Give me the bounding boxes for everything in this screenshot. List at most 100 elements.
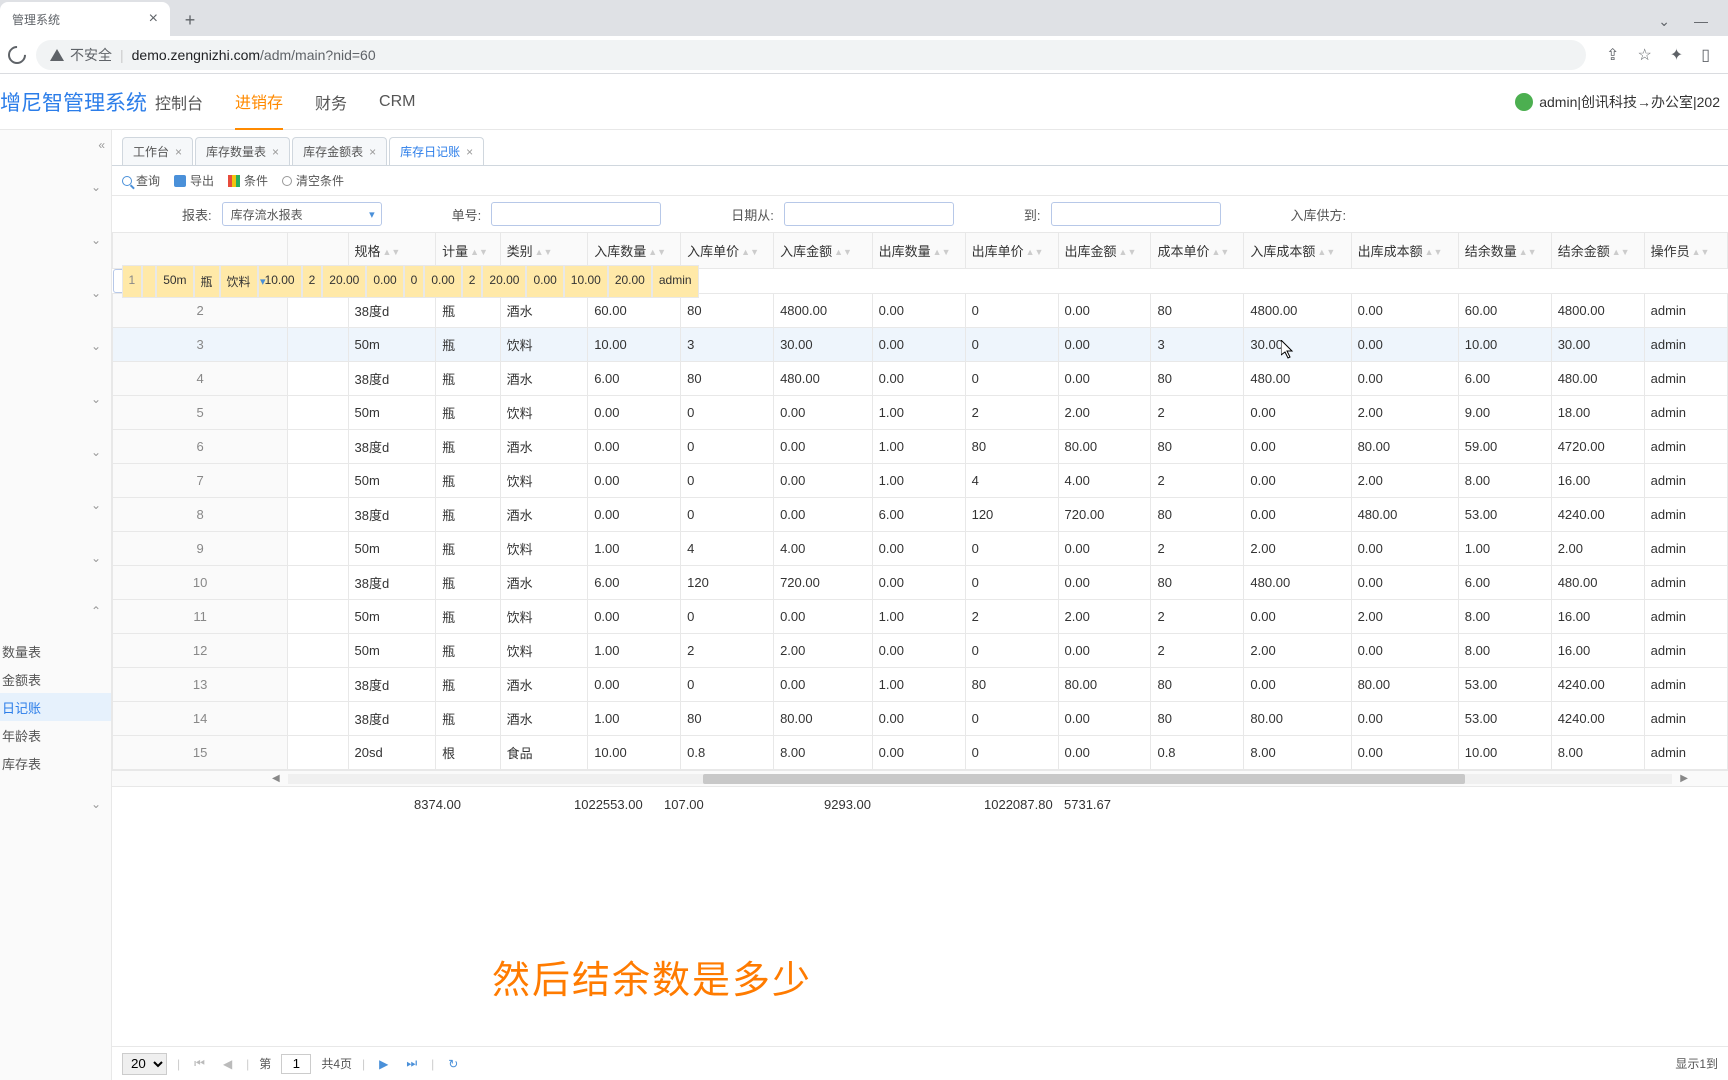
table-row[interactable]: 1038度d瓶酒水6.00120720.000.0000.0080480.000…	[113, 566, 1728, 600]
column-header[interactable]: 出库成本额▲▼	[1351, 233, 1458, 269]
close-icon[interactable]: ×	[149, 10, 158, 28]
sidebar-group[interactable]: ⌄	[0, 531, 111, 584]
content-tab[interactable]: 工作台×	[122, 137, 193, 165]
cell: 0.00	[1244, 600, 1351, 634]
content-tab[interactable]: 库存金额表×	[292, 137, 387, 165]
content-tab[interactable]: 库存日记账×	[389, 137, 484, 165]
column-header[interactable]: 规格▲▼	[348, 233, 436, 269]
column-header[interactable]: 入库成本额▲▼	[1244, 233, 1351, 269]
prev-page-button[interactable]: ◀	[219, 1057, 236, 1071]
extensions-icon[interactable]: ✦	[1670, 45, 1683, 65]
table-row[interactable]: 550m瓶饮料0.0000.001.0022.0020.002.009.0018…	[113, 396, 1728, 430]
sidebar-group[interactable]: ⌄	[0, 777, 111, 830]
close-icon[interactable]: ×	[272, 145, 279, 159]
table-row[interactable]: 1250m瓶饮料1.0022.000.0000.0022.000.008.001…	[113, 634, 1728, 668]
sidebar-group[interactable]: ⌄	[0, 266, 111, 319]
nav-crm[interactable]: CRM	[379, 74, 415, 130]
page-input[interactable]	[281, 1054, 311, 1074]
column-header[interactable]: 入库单价▲▼	[681, 233, 774, 269]
close-icon[interactable]: ×	[466, 145, 473, 159]
cell: 80.00	[1351, 668, 1458, 702]
sidebar-group-open[interactable]: ⌃	[0, 584, 111, 637]
chevron-down-icon: ⌄	[91, 392, 101, 406]
scrollbar-thumb[interactable]	[703, 774, 1465, 784]
sidebar-group[interactable]: ⌄	[0, 478, 111, 531]
table-row[interactable]: 438度d瓶酒水6.0080480.000.0000.0080480.000.0…	[113, 362, 1728, 396]
collapse-icon[interactable]: «	[98, 138, 105, 152]
query-button[interactable]: 查询	[122, 172, 160, 189]
sidebar-group[interactable]: ⌄	[0, 372, 111, 425]
first-page-button[interactable]: ⏮	[190, 1056, 209, 1071]
clear-condition-button[interactable]: 清空条件	[282, 172, 344, 189]
date-from-input[interactable]	[784, 202, 954, 226]
bill-input[interactable]	[491, 202, 661, 226]
table-row[interactable]: 238度d瓶酒水60.00804800.000.0000.00804800.00…	[113, 294, 1728, 328]
cell: 38度d	[348, 566, 436, 600]
table-row[interactable]: 950m瓶饮料1.0044.000.0000.0022.000.001.002.…	[113, 532, 1728, 566]
cell: 1.00	[872, 600, 965, 634]
total-in-amt: 1022553.00	[568, 797, 658, 812]
page-size-select[interactable]: 20	[122, 1053, 167, 1075]
table-row[interactable]: 1338度d瓶酒水0.0000.001.008080.00800.0080.00…	[113, 668, 1728, 702]
close-icon[interactable]: ×	[175, 145, 182, 159]
sidebar-leaf[interactable]: 库存表	[0, 749, 111, 777]
next-page-button[interactable]: ▶	[375, 1057, 392, 1071]
address-field[interactable]: 不安全 | demo.zengnizhi.com/adm/main?nid=60	[36, 40, 1586, 70]
sidebar-group[interactable]: ⌄	[0, 319, 111, 372]
sidebar-group[interactable]: ⌄	[0, 160, 111, 213]
table-row[interactable]: 1150m瓶饮料0.0000.001.0022.0020.002.008.001…	[113, 600, 1728, 634]
column-header[interactable]: 类别▲▼	[500, 233, 588, 269]
horizontal-scrollbar[interactable]: ◀ ▶	[112, 770, 1728, 786]
sidebar-group[interactable]: ⌄	[0, 213, 111, 266]
nav-console[interactable]: 控制台	[155, 74, 203, 130]
table-row[interactable]: 150m瓶饮料10.00220.000.0000.00220.000.0010.…	[113, 269, 273, 293]
nav-finance[interactable]: 财务	[315, 74, 347, 130]
star-icon[interactable]: ☆	[1637, 45, 1651, 65]
nav-inventory[interactable]: 进销存	[235, 74, 283, 130]
sidebar-leaf[interactable]: 日记账	[0, 693, 111, 721]
share-icon[interactable]: ⇪	[1606, 45, 1619, 65]
date-to-input[interactable]	[1051, 202, 1221, 226]
column-header[interactable]: 计量▲▼	[436, 233, 500, 269]
last-page-button[interactable]: ⏭	[402, 1056, 421, 1071]
minimize-icon[interactable]: —	[1694, 13, 1708, 30]
column-header[interactable]: 操作员▲▼	[1644, 233, 1727, 269]
cell: 0.00	[1058, 328, 1151, 362]
user-info[interactable]: admin|创讯科技→办公室|202	[1515, 92, 1728, 112]
column-header[interactable]: 出库数量▲▼	[872, 233, 965, 269]
chevron-down-icon[interactable]: ⌄	[1658, 13, 1670, 30]
new-tab-button[interactable]: +	[176, 6, 204, 34]
column-header[interactable]: 出库金额▲▼	[1058, 233, 1151, 269]
column-header[interactable]: 结余数量▲▼	[1458, 233, 1551, 269]
cell: 80.00	[1244, 702, 1351, 736]
sidebar-leaf[interactable]: 数量表	[0, 637, 111, 665]
scroll-right-icon[interactable]: ▶	[1680, 773, 1688, 784]
table-row[interactable]: 1520sd根食品10.000.88.000.0000.000.88.000.0…	[113, 736, 1728, 770]
condition-button[interactable]: 条件	[228, 172, 268, 189]
export-button[interactable]: 导出	[174, 172, 214, 189]
cell: 酒水	[500, 702, 588, 736]
sidebar-leaf[interactable]: 年龄表	[0, 721, 111, 749]
sidebar-leaf[interactable]: 金额表	[0, 665, 111, 693]
column-header[interactable]: 入库数量▲▼	[588, 233, 681, 269]
table-row[interactable]: 750m瓶饮料0.0000.001.0044.0020.002.008.0016…	[113, 464, 1728, 498]
column-header[interactable]: 出库单价▲▼	[965, 233, 1058, 269]
report-select[interactable]: 库存流水报表	[222, 202, 382, 226]
sidebar-group[interactable]: ⌄	[0, 425, 111, 478]
column-header[interactable]: 成本单价▲▼	[1151, 233, 1244, 269]
refresh-button[interactable]: ↻	[444, 1057, 462, 1071]
table-row[interactable]: 638度d瓶酒水0.0000.001.008080.00800.0080.005…	[113, 430, 1728, 464]
reload-icon[interactable]	[4, 42, 29, 67]
content-tab[interactable]: 库存数量表×	[195, 137, 290, 165]
cell: 瓶	[436, 668, 500, 702]
table-row[interactable]: 350m瓶饮料10.00330.000.0000.00330.000.0010.…	[113, 328, 1728, 362]
column-header[interactable]: 入库金额▲▼	[774, 233, 873, 269]
browser-tab[interactable]: 管理系统 ×	[0, 2, 170, 36]
table-row[interactable]: 1438度d瓶酒水1.008080.000.0000.008080.000.00…	[113, 702, 1728, 736]
close-icon[interactable]: ×	[369, 145, 376, 159]
table-row[interactable]: 838度d瓶酒水0.0000.006.00120720.00800.00480.…	[113, 498, 1728, 532]
scroll-left-icon[interactable]: ◀	[272, 773, 280, 784]
column-header[interactable]: 结余金额▲▼	[1551, 233, 1644, 269]
cell: 80	[681, 294, 774, 328]
account-icon[interactable]: ▯	[1701, 45, 1710, 65]
